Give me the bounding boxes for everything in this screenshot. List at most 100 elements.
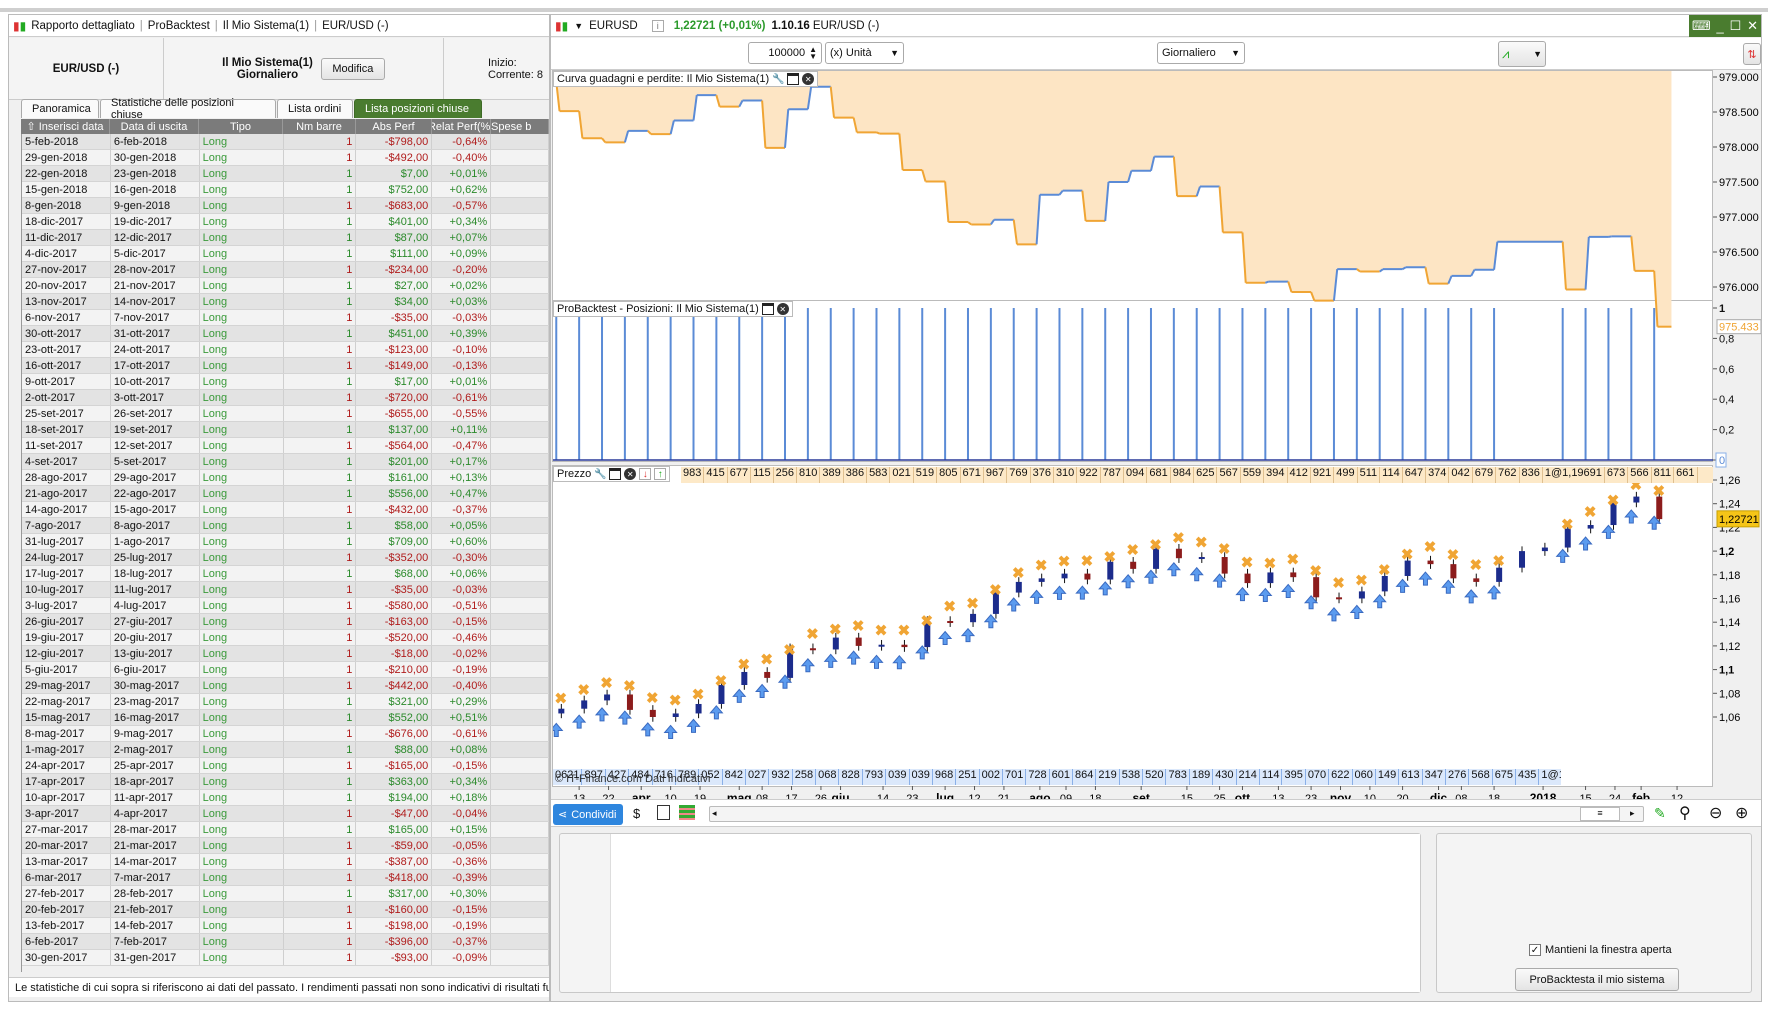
order-label[interactable]: 039 — [886, 769, 910, 785]
condividi-button[interactable]: ⋖ Condividi — [553, 804, 623, 825]
order-label[interactable]: 519 — [914, 467, 938, 483]
report-icon[interactable] — [657, 805, 670, 820]
table-row[interactable]: 26-giu-2017 27-giu-2017 Long 1 -$163,00 -0,15… — [22, 614, 549, 630]
column-header-abs-perf[interactable]: Abs Perf — [356, 119, 432, 134]
table-row[interactable]: 20-nov-2017 21-nov-2017 Long 1 $27,00 +0,02% — [22, 278, 549, 294]
order-label[interactable]: 647 — [1403, 467, 1427, 483]
table-row[interactable]: 1-mag-2017 2-mag-2017 Long 1 $88,00 +0,08% — [22, 742, 549, 758]
order-label[interactable]: 922 — [1077, 467, 1101, 483]
order-label[interactable]: 115 — [751, 467, 774, 483]
order-label[interactable]: 793 — [863, 769, 887, 785]
order-label[interactable]: 677 — [728, 467, 752, 483]
order-label[interactable]: 256 — [774, 467, 797, 483]
table-row[interactable]: 22-mag-2017 23-mag-2017 Long 1 $321,00 +0,29% — [22, 694, 549, 710]
order-label[interactable]: 828 — [839, 769, 863, 785]
order-label[interactable]: 412 — [1288, 467, 1311, 483]
order-label[interactable]: 042 — [1449, 467, 1473, 483]
order-label[interactable]: 566 — [1628, 467, 1652, 483]
table-row[interactable]: 15-mag-2017 16-mag-2017 Long 1 $552,00 +0,51% — [22, 710, 549, 726]
table-row[interactable]: 17-apr-2017 18-apr-2017 Long 1 $363,00 +0,34% — [22, 774, 549, 790]
order-label[interactable]: 805 — [937, 467, 961, 483]
table-row[interactable]: 10-apr-2017 11-apr-2017 Long 1 $194,00 +0,18% — [22, 790, 549, 806]
window-icon[interactable] — [787, 73, 800, 85]
table-row[interactable]: 27-nov-2017 28-nov-2017 Long 1 -$234,00 -0,20… — [22, 262, 549, 278]
order-label[interactable]: 811 — [1652, 467, 1675, 483]
table-row[interactable]: 23-ott-2017 24-ott-2017 Long 1 -$123,00 -0,10… — [22, 342, 549, 358]
order-label[interactable]: 068 — [816, 769, 840, 785]
order-label[interactable]: 276 — [1446, 769, 1470, 785]
column-header-entry-date[interactable]: ⇧ Inserisci data — [21, 119, 110, 134]
order-label[interactable]: 389 — [820, 467, 844, 483]
breadcrumb-item[interactable]: ProBacktest — [148, 20, 210, 32]
table-row[interactable]: 17-lug-2017 18-lug-2017 Long 1 $68,00 +0,06% — [22, 566, 549, 582]
table-row[interactable]: 28-ago-2017 29-ago-2017 Long 1 $161,00 +0,13% — [22, 470, 549, 486]
window-icon[interactable] — [609, 468, 622, 480]
order-label[interactable]: 520 — [1143, 769, 1167, 785]
table-row[interactable]: 24-apr-2017 25-apr-2017 Long 1 -$165,00 -0,15… — [22, 758, 549, 774]
order-label[interactable]: 347 — [1423, 769, 1446, 785]
modifica-button[interactable]: Modifica — [320, 57, 385, 80]
table-row[interactable]: 14-ago-2017 15-ago-2017 Long 1 -$432,00 -0,37… — [22, 502, 549, 518]
table-row[interactable]: 20-mar-2017 21-mar-2017 Long 1 -$59,00 -0,05% — [22, 838, 549, 854]
keep-open-option[interactable]: ✓ Mantieni la finestra aperta — [1529, 944, 1672, 956]
zoom-fit-icon[interactable]: ⚲ — [1679, 803, 1691, 823]
chart-scrollbar[interactable]: ◂ ≡ ▸ — [709, 806, 1644, 822]
order-label[interactable]: 567 — [1217, 467, 1241, 483]
order-label[interactable]: 1@1,19691 — [1543, 467, 1605, 483]
table-row[interactable]: 13-feb-2017 14-feb-2017 Long 1 -$198,00 -0,19… — [22, 918, 549, 934]
table-row[interactable]: 9-ott-2017 10-ott-2017 Long 1 $17,00 +0,01% — [22, 374, 549, 390]
order-label[interactable]: 675 — [1493, 769, 1517, 785]
order-label[interactable]: 376 — [1031, 467, 1054, 483]
order-label[interactable]: 394 — [1264, 467, 1288, 483]
table-row[interactable]: 18-dic-2017 19-dic-2017 Long 1 $401,00 +0,34% — [22, 214, 549, 230]
order-label[interactable]: 613 — [1399, 769, 1423, 785]
order-label[interactable]: 021 — [890, 467, 914, 483]
close-circle-icon[interactable]: ✕ — [802, 73, 815, 85]
tab-lista-ordini[interactable]: Lista ordini — [277, 99, 353, 118]
table-row[interactable]: 2-ott-2017 3-ott-2017 Long 1 -$720,00 -0,61% — [22, 390, 549, 406]
table-row[interactable]: 7-ago-2017 8-ago-2017 Long 1 $58,00 +0,05% — [22, 518, 549, 534]
table-row[interactable]: 4-dic-2017 5-dic-2017 Long 1 $111,00 +0,09% — [22, 246, 549, 262]
table-row[interactable]: 11-dic-2017 12-dic-2017 Long 1 $87,00 +0,07% — [22, 230, 549, 246]
order-label[interactable]: 968 — [933, 769, 957, 785]
order-label[interactable]: 842 — [723, 769, 746, 785]
column-header-spese[interactable]: Spese b — [491, 119, 549, 134]
order-label[interactable]: 601 — [1050, 769, 1074, 785]
currency-icon[interactable]: $ — [633, 806, 640, 821]
charts-svg[interactable]: 979.000 978.500 978.000 977.500 977.000 976.5… — [551, 15, 1761, 815]
checkbox-checked-icon[interactable]: ✓ — [1529, 944, 1541, 956]
table-row[interactable]: 5-giu-2017 6-giu-2017 Long 1 -$210,00 -0,19% — [22, 662, 549, 678]
order-label[interactable]: 415 — [704, 467, 728, 483]
order-label[interactable]: 673 — [1605, 467, 1629, 483]
order-label[interactable]: 701 — [1003, 769, 1027, 785]
order-label[interactable]: 219 — [1096, 769, 1120, 785]
table-row[interactable]: 29-gen-2018 30-gen-2018 Long 1 -$492,00 -0,40… — [22, 150, 549, 166]
table-row[interactable]: 11-set-2017 12-set-2017 Long 1 -$564,00 -0,47… — [22, 438, 549, 454]
table-row[interactable]: 6-mar-2017 7-mar-2017 Long 1 -$418,00 -0,39% — [22, 870, 549, 886]
table-row[interactable]: 20-feb-2017 21-feb-2017 Long 1 -$160,00 -0,15… — [22, 902, 549, 918]
order-label[interactable]: 583 — [867, 467, 891, 483]
table-row[interactable]: 6-nov-2017 7-nov-2017 Long 1 -$35,00 -0,03% — [22, 310, 549, 326]
order-label[interactable]: 114 — [1380, 467, 1403, 483]
drawing-tools-icon[interactable]: ✎ — [1654, 805, 1666, 822]
table-row[interactable]: 30-ott-2017 31-ott-2017 Long 1 $451,00 +0,39% — [22, 326, 549, 342]
table-row[interactable]: 5-feb-2018 6-feb-2018 Long 1 -$798,00 -0,64% — [22, 134, 549, 150]
breadcrumb-item[interactable]: Rapporto dettagliato — [31, 20, 135, 32]
order-label[interactable]: 258 — [793, 769, 817, 785]
order-label[interactable]: 039 — [910, 769, 933, 785]
table-row[interactable]: 13-nov-2017 14-nov-2017 Long 1 $34,00 +0,03% — [22, 294, 549, 310]
order-label[interactable]: 511 — [1358, 467, 1381, 483]
column-header-type[interactable]: Tipo — [199, 119, 283, 134]
order-label[interactable]: 810 — [797, 467, 821, 483]
order-label[interactable]: 251 — [956, 769, 980, 785]
table-row[interactable]: 13-mar-2017 14-mar-2017 Long 1 -$387,00 -0,36… — [22, 854, 549, 870]
table-row[interactable]: 29-mag-2017 30-mag-2017 Long 1 -$442,00 -0,40… — [22, 678, 549, 694]
order-label[interactable]: 114 — [1260, 769, 1283, 785]
order-label[interactable]: 499 — [1334, 467, 1358, 483]
table-row[interactable]: 3-apr-2017 4-apr-2017 Long 1 -$47,00 -0,04% — [22, 806, 549, 822]
close-circle-icon[interactable]: ✕ — [624, 468, 637, 480]
order-label[interactable]: 568 — [1469, 769, 1493, 785]
order-label[interactable]: 027 — [746, 769, 770, 785]
wrench-icon[interactable]: 🔧 — [594, 468, 606, 480]
order-label[interactable]: 783 — [1166, 769, 1190, 785]
